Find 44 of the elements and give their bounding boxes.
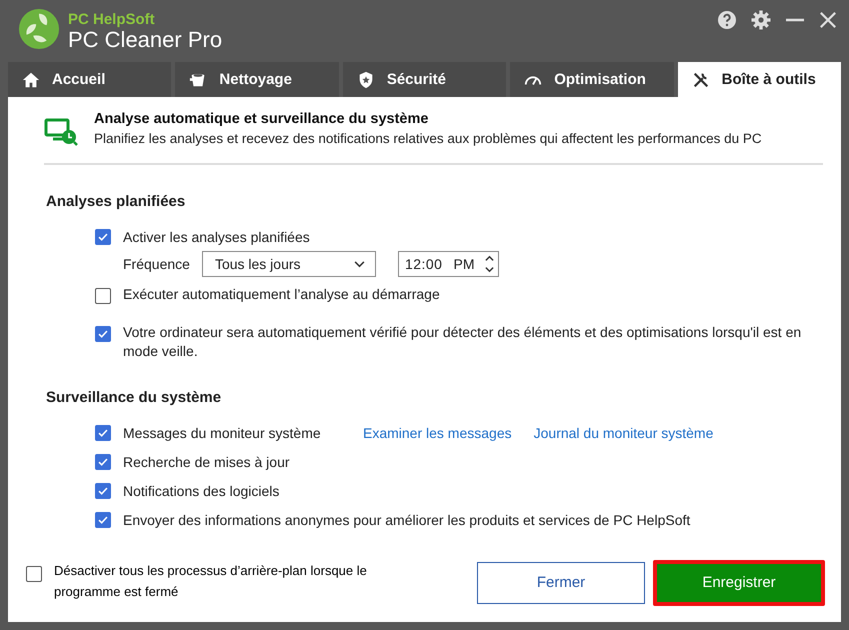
checkbox-label: Activer les analyses planifiées	[123, 228, 310, 244]
close-button[interactable]: Fermer	[477, 562, 645, 604]
section-title: Surveillance du système	[46, 389, 222, 406]
checkbox-label: Envoyer des informations anonymes pour améliorer les produits et services de PC HelpSoft	[123, 512, 690, 528]
tab[interactable]: Boîte à outils	[678, 62, 842, 97]
page-title: Analyse automatique et surveillance du système	[94, 111, 430, 127]
help-icon[interactable]	[717, 10, 737, 30]
monitor-clock-icon	[44, 117, 78, 147]
tab[interactable]: Accueil	[8, 62, 172, 97]
frequency-label: Fréquence	[123, 256, 190, 272]
link[interactable]: Examiner les messages	[363, 424, 512, 440]
checkbox[interactable]	[95, 326, 111, 342]
shield-icon	[356, 70, 375, 88]
tab[interactable]: Nettoyage	[175, 62, 339, 97]
checkbox-label: Exécuter automatiquement l’analyse au démarrage	[123, 285, 440, 304]
tab[interactable]: Optimisation	[510, 62, 674, 97]
page-subtitle: Planifiez les analyses et recevez des notifications relatives aux problèmes qui affectent les performances du PC	[94, 131, 762, 146]
checkbox-label: Votre ordinateur sera automatiquement vérifié pour détecter des éléments et des optimisations lorsqu'il est en mode veille.	[123, 323, 802, 361]
checkbox-label: Recherche de mises à jour	[123, 454, 291, 470]
checkbox-label: Notifications des logiciels	[123, 482, 280, 498]
link[interactable]: Journal du moniteur système	[534, 424, 714, 440]
checkbox[interactable]	[95, 512, 111, 528]
leaf-logo-icon	[18, 8, 60, 50]
tools-icon	[692, 70, 710, 88]
checkbox[interactable]	[95, 454, 111, 470]
checkbox[interactable]	[95, 424, 111, 440]
checkbox[interactable]	[26, 566, 42, 582]
tab[interactable]: Sécurité	[342, 62, 506, 97]
checkbox-label: Désactiver tous les processus d’arrière-plan lorsque le programme est fermé	[54, 562, 368, 601]
close-icon[interactable]	[819, 11, 837, 29]
section-title: Analyses planifiées	[46, 193, 186, 210]
vendor-name: PC HelpSoft	[68, 12, 156, 26]
checkbox[interactable]	[95, 288, 111, 304]
save-button[interactable]: Enregistrer	[653, 560, 825, 606]
spinner-arrows-icon[interactable]	[485, 254, 494, 274]
checkbox[interactable]	[95, 482, 111, 498]
chevron-down-icon	[354, 260, 365, 268]
settings-icon[interactable]	[751, 10, 771, 30]
checkbox-label: Messages du moniteur système	[123, 424, 322, 440]
checkbox[interactable]	[95, 228, 111, 244]
frequency-dropdown[interactable]: Tous les jours	[202, 251, 376, 277]
home-icon	[22, 70, 40, 88]
time-field[interactable]: 12:00 PM	[398, 251, 500, 277]
app-title: PC Cleaner Pro	[68, 28, 222, 50]
